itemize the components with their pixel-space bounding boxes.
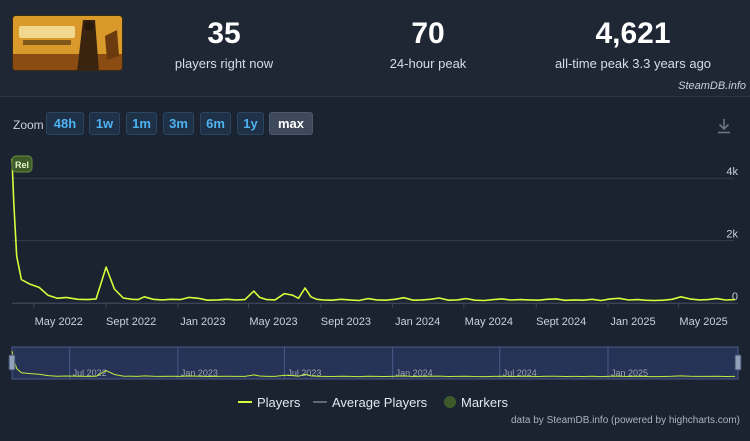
stat-label: 24-hour peak bbox=[389, 56, 467, 71]
release-marker-label: Rel bbox=[15, 160, 29, 170]
x-tick-label: Jan 2024 bbox=[395, 316, 440, 328]
legend-average-label: Average Players bbox=[332, 395, 428, 410]
x-tick-label: Sept 2023 bbox=[321, 316, 371, 328]
players-series-line bbox=[11, 158, 736, 302]
x-tick-label: May 2022 bbox=[35, 316, 83, 328]
stats-header: 35 players right now 70 24-hour peak 4,6… bbox=[0, 0, 750, 97]
stat-players-now: 35 players right now bbox=[160, 17, 288, 72]
x-tick-label: Sept 2024 bbox=[536, 316, 586, 328]
x-tick-label: Jan 2025 bbox=[610, 316, 655, 328]
chart-panel: Zoom 48h 1w 1m 3m 6m 1y max 0 2k 4k May 2022 Sept … bbox=[0, 97, 750, 441]
stat-all-time-peak: 4,621 all-time peak 3.3 years ago bbox=[553, 17, 713, 72]
x-tick-label: May 2023 bbox=[249, 316, 297, 328]
y-tick-label: 4k bbox=[726, 166, 738, 178]
players-chart[interactable]: 0 2k 4k May 2022 Sept 2022 Jan 2023 May 2023 Se… bbox=[0, 97, 750, 441]
chart-credit[interactable]: data by SteamDB.info (powered by highcha… bbox=[511, 415, 740, 426]
stat-24h-peak: 70 24-hour peak bbox=[362, 17, 494, 72]
legend-players-label: Players bbox=[257, 395, 301, 410]
legend-markers-swatch bbox=[444, 396, 456, 408]
x-tick-label: Jan 2023 bbox=[180, 316, 225, 328]
stat-value: 4,621 bbox=[595, 17, 671, 50]
y-tick-label: 2k bbox=[726, 229, 738, 241]
y-tick-label: 0 bbox=[732, 291, 738, 303]
x-tick-label: Sept 2022 bbox=[106, 316, 156, 328]
navigator-right-handle bbox=[734, 354, 742, 371]
stat-label: players right now bbox=[174, 56, 274, 71]
legend-markers-label: Markers bbox=[461, 395, 508, 410]
stat-value: 35 bbox=[207, 17, 241, 50]
source-label[interactable]: SteamDB.info bbox=[678, 80, 746, 92]
x-tick-label: May 2024 bbox=[465, 316, 513, 328]
x-tick-label: May 2025 bbox=[679, 316, 727, 328]
game-art-image bbox=[13, 16, 122, 70]
navigator-left-handle bbox=[8, 354, 16, 371]
game-thumbnail[interactable] bbox=[12, 15, 123, 71]
stat-label: all-time peak 3.3 years ago bbox=[554, 56, 712, 71]
stat-value: 70 bbox=[411, 17, 445, 50]
